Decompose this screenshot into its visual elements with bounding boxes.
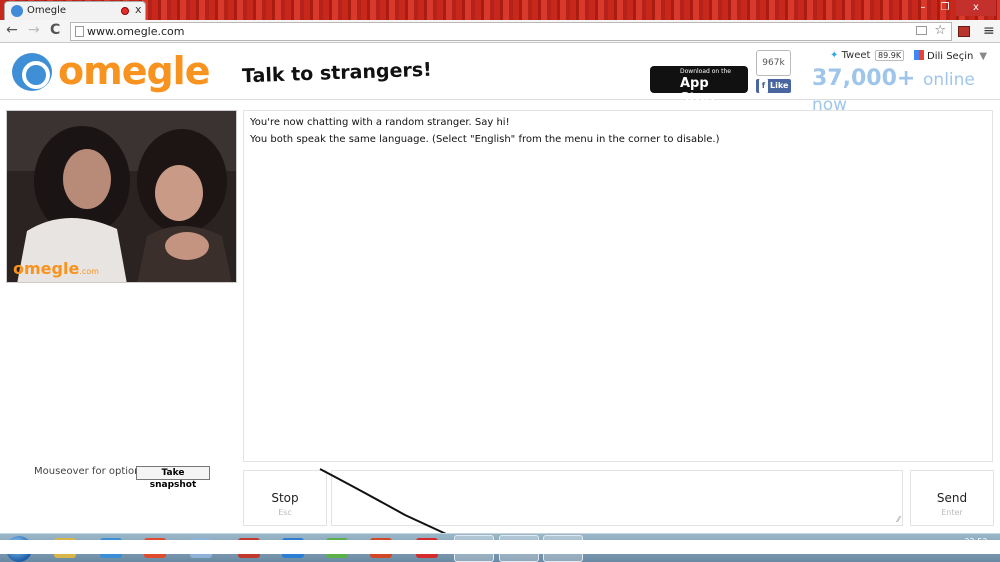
redaction-bar xyxy=(0,540,1000,554)
annotation-line xyxy=(319,468,471,546)
